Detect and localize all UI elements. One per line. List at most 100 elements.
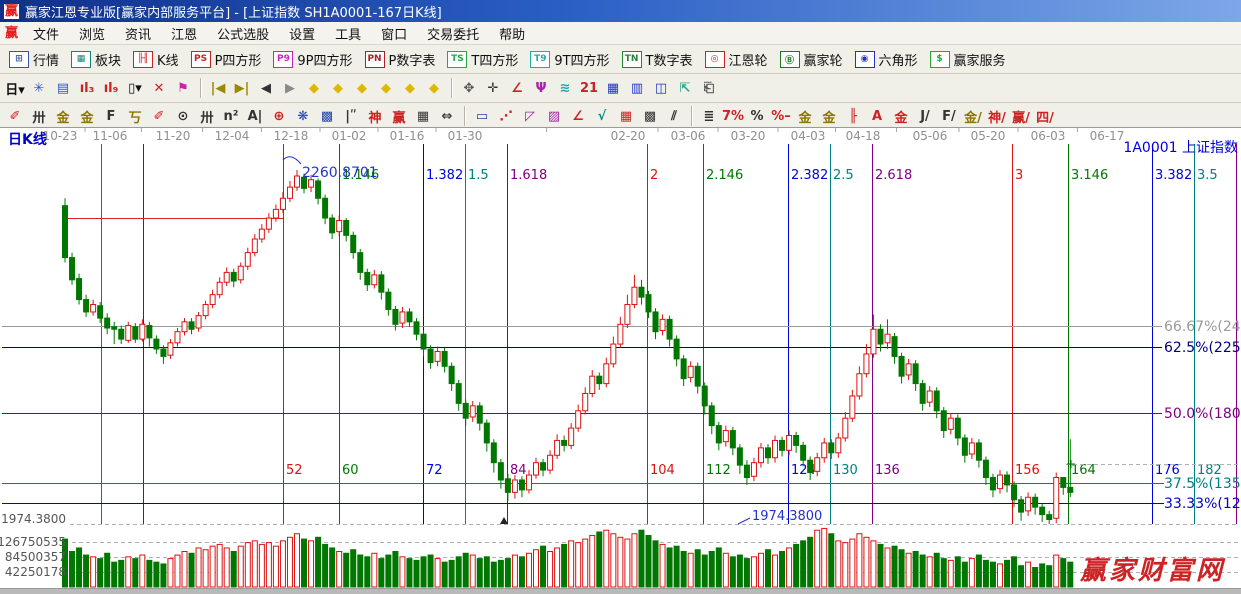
winner-wheel-button[interactable]: Ⓑ赢家轮	[774, 49, 849, 70]
draw-tool-icon-33[interactable]: %–	[770, 106, 792, 126]
menu-item-资讯[interactable]: 资讯	[115, 27, 161, 44]
first-icon[interactable]: |◀	[207, 78, 229, 98]
draw-tool-icon-15[interactable]: 神	[364, 106, 386, 126]
t-square-button[interactable]: TST四方形	[441, 49, 524, 70]
draw-tool-icon-21[interactable]: ⋰	[495, 106, 517, 126]
draw-tool-icon-22[interactable]: ◸	[519, 106, 541, 126]
export-icon[interactable]: ⇱	[674, 78, 696, 98]
menu-item-浏览[interactable]: 浏览	[69, 27, 115, 44]
draw-tool-icon-38[interactable]: 金	[890, 106, 912, 126]
flag-chart-icon[interactable]: ⚑	[172, 78, 194, 98]
calculator-icon[interactable]: ▦	[602, 78, 624, 98]
kline-button[interactable]: ╟╢K线	[127, 49, 185, 70]
menu-item-设置[interactable]: 设置	[279, 27, 325, 44]
menu-item-公式选股[interactable]: 公式选股	[207, 27, 279, 44]
p-number-table-button[interactable]: PNP数字表	[359, 49, 442, 70]
web-chart-icon[interactable]: ✳	[28, 78, 50, 98]
info-icon[interactable]: ▤	[52, 78, 74, 98]
wave-tool-icon[interactable]: ≋	[554, 78, 576, 98]
draw-tool-icon-28[interactable]: ⫽	[663, 106, 685, 126]
t-number-table-button[interactable]: TNT数字表	[616, 49, 699, 70]
zoom-all-icon[interactable]: ◆	[423, 78, 445, 98]
draw-tool-icon-8[interactable]: 卅	[196, 106, 218, 126]
draw-tool-icon-10[interactable]: A|	[244, 106, 266, 126]
menu-item-帮助[interactable]: 帮助	[489, 27, 535, 44]
draw-tool-icon-23[interactable]: ▨	[543, 106, 565, 126]
title-bar[interactable]: 赢 赢家江恩专业版[赢家内部服务平台] - [上证指数 SH1A0001-167…	[0, 0, 1241, 22]
gann-tool-icon[interactable]: Ψ	[530, 78, 552, 98]
zoom-in-icon[interactable]: ◆	[375, 78, 397, 98]
candle-style-dropdown[interactable]: ▯▾	[124, 78, 146, 98]
draw-tool-icon-7[interactable]: ⊙	[172, 106, 194, 126]
hexagon-button[interactable]: ◉六角形	[849, 49, 924, 70]
draw-tool-icon-43[interactable]: 赢/	[1010, 106, 1032, 126]
crosshair-icon[interactable]: ✛	[482, 78, 504, 98]
t9-square-button[interactable]: T99T四方形	[524, 49, 615, 70]
draw-tool-icon-37[interactable]: A	[866, 106, 888, 126]
bar9-icon[interactable]: ıl₉	[100, 78, 122, 98]
draw-tool-icon-18[interactable]: ⇔	[436, 106, 458, 126]
report-icon[interactable]: ▥	[626, 78, 648, 98]
angle-measure-icon[interactable]: ∠	[506, 78, 528, 98]
draw-tool-icon-40[interactable]: F/	[938, 106, 960, 126]
draw-tool-icon-20[interactable]: ▭	[471, 106, 493, 126]
draw-tool-icon-30[interactable]: ≣	[698, 106, 720, 126]
draw-tool-icon-42[interactable]: 神/	[986, 106, 1008, 126]
draw-tool-icon-1[interactable]: 卅	[28, 106, 50, 126]
draw-tool-icon-24[interactable]: ∠	[567, 106, 589, 126]
draw-tool-icon-14[interactable]: |ʺ	[340, 106, 362, 126]
chart-region[interactable]: 10-2311-0611-2012-0412-1801-0201-1601-30…	[0, 127, 1241, 588]
draw-tool-icon-44[interactable]: 四/	[1034, 106, 1056, 126]
draw-tool-icon-25[interactable]: √	[591, 106, 613, 126]
draw-tool-icon-11[interactable]: ⊕	[268, 106, 290, 126]
svg-text:112: 112	[706, 463, 731, 478]
menu-item-交易委托[interactable]: 交易委托	[417, 27, 489, 44]
draw-tool-icon-12[interactable]: ❋	[292, 106, 314, 126]
p9-square-button[interactable]: P99P四方形	[267, 49, 358, 70]
menu-item-窗口[interactable]: 窗口	[371, 27, 417, 44]
draw-tool-icon-4[interactable]: F	[100, 106, 122, 126]
bar3-icon[interactable]: ıl₃	[76, 78, 98, 98]
draw-tool-icon-13[interactable]: ▩	[316, 106, 338, 126]
draw-tool-icon-26[interactable]: ▦	[615, 106, 637, 126]
zoom-h-icon[interactable]: ◆	[351, 78, 373, 98]
draw-tool-icon-0[interactable]: ✐	[4, 106, 26, 126]
draw-tool-icon-41[interactable]: 金/	[962, 106, 984, 126]
draw-tool-icon-5[interactable]: 丂	[124, 106, 146, 126]
menu-item-文件[interactable]: 文件	[23, 27, 69, 44]
sectors-button[interactable]: ▦板块	[65, 49, 127, 70]
zoom-right-icon[interactable]: ◆	[327, 78, 349, 98]
draw-tool-icon-3[interactable]: 金	[76, 106, 98, 126]
draw-tool-icon-17[interactable]: ▦	[412, 106, 434, 126]
quotes-button[interactable]: ⊞行情	[3, 49, 65, 70]
draw-tool-icon-31[interactable]: 7%	[722, 106, 744, 126]
save-icon[interactable]: ◫	[650, 78, 672, 98]
last-icon[interactable]: ▶|	[231, 78, 253, 98]
draw-tool-icon-27[interactable]: ▩	[639, 106, 661, 126]
pan-hand-icon[interactable]: ✥	[458, 78, 480, 98]
p-square-button[interactable]: PSP四方形	[185, 49, 268, 70]
zoom-left-icon[interactable]: ◆	[303, 78, 325, 98]
next-icon[interactable]: ▶	[279, 78, 301, 98]
draw-tool-icon-6[interactable]: ✐	[148, 106, 170, 126]
draw-tool-icon-32[interactable]: %	[746, 106, 768, 126]
draw-tool-icon-16[interactable]: 赢	[388, 106, 410, 126]
zoom-out-icon[interactable]: ◆	[399, 78, 421, 98]
draw-tool-icon-39[interactable]: J/	[914, 106, 936, 126]
draw-tool-icon-9[interactable]: n²	[220, 106, 242, 126]
draw-tool-icon-2[interactable]: 金	[52, 106, 74, 126]
erase-icon[interactable]: ✕	[148, 78, 170, 98]
menu-item-工具[interactable]: 工具	[325, 27, 371, 44]
svg-text:126750535: 126750535	[0, 535, 66, 549]
print-icon[interactable]: ⎗	[698, 78, 720, 98]
prev-icon[interactable]: ◀	[255, 78, 277, 98]
draw-tool-icon-35[interactable]: 金	[818, 106, 840, 126]
winner-service-button[interactable]: $赢家服务	[924, 49, 1012, 70]
draw-tool-icon-34[interactable]: 金	[794, 106, 816, 126]
draw-tool-icon-36[interactable]: ╟	[842, 106, 864, 126]
menu-item-江恩[interactable]: 江恩	[161, 27, 207, 44]
gann-wheel-button[interactable]: ◎江恩轮	[699, 49, 774, 70]
bottom-scroll-strip[interactable]	[0, 588, 1241, 594]
calendar-icon[interactable]: 21	[578, 78, 600, 98]
period-dropdown[interactable]: 日▾	[4, 78, 26, 98]
